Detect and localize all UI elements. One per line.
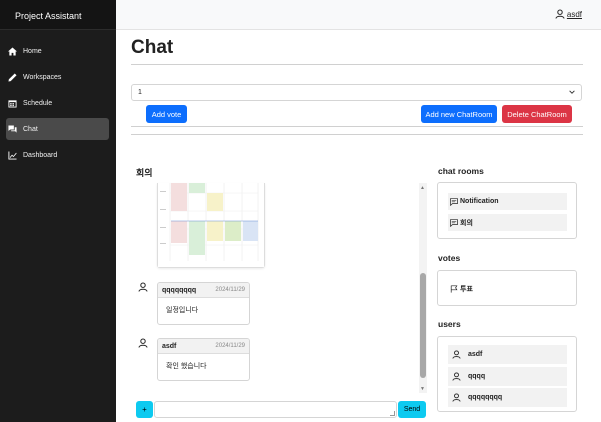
vote-item[interactable]: 투표 <box>448 280 567 297</box>
message-author: qqqqqqqq <box>162 286 197 294</box>
chatroom-name: 회의 <box>460 219 473 227</box>
pencil-icon <box>8 72 17 82</box>
user-icon <box>452 372 461 381</box>
nav-label: Schedule <box>23 99 53 107</box>
message-input[interactable] <box>154 401 397 418</box>
chat-icon <box>8 124 17 133</box>
add-vote-button[interactable]: Add vote <box>146 105 187 123</box>
scroll-up-icon[interactable]: ▲ <box>420 185 425 191</box>
add-chatroom-button[interactable]: Add new ChatRoom <box>421 105 497 123</box>
nav-label: Home <box>23 47 42 55</box>
user-menu-link[interactable]: asdf <box>555 9 582 19</box>
nav-list: Home Workspaces Schedule Chat Dashboard <box>0 30 116 166</box>
user-list-name: qqqq <box>468 373 486 380</box>
message-date: 2024/11/29 <box>215 287 245 293</box>
chatroom-name: Notification <box>460 198 499 205</box>
message-text: 일정입니다 <box>166 307 199 314</box>
user-list-item[interactable]: qqqq <box>448 367 567 386</box>
delete-chatroom-button[interactable]: Delete ChatRoom <box>502 105 572 123</box>
home-icon <box>8 46 17 56</box>
message-header: asdf 2024/11/29 <box>158 339 249 354</box>
user-icon <box>452 350 461 359</box>
user-icon <box>555 9 565 19</box>
image-message[interactable] <box>157 183 265 268</box>
users-title: users <box>438 319 461 329</box>
select-value: 1 <box>138 89 142 96</box>
chat-message: asdf 2024/11/29 확인 했습니다 <box>157 338 250 381</box>
user-list-item[interactable]: qqqqqqqq <box>448 388 567 407</box>
chat-room-title: 회의 <box>136 168 153 178</box>
chat-square-icon <box>450 218 458 227</box>
attach-button[interactable]: + <box>136 401 153 418</box>
divider <box>131 126 583 127</box>
user-list-name: qqqqqqqq <box>468 394 503 401</box>
schedule-thumbnail <box>158 183 264 267</box>
resize-handle-icon[interactable] <box>390 411 395 416</box>
top-bar: asdf <box>116 0 601 30</box>
votes-panel: 투표 <box>437 270 577 306</box>
nav-label: Workspaces <box>23 73 62 81</box>
chat-square-icon <box>450 197 458 206</box>
message-header: qqqqqqqq 2024/11/29 <box>158 283 249 298</box>
chat-scrollbar[interactable]: ▲ ▼ <box>419 183 427 393</box>
chatroom-select[interactable]: 1 <box>131 84 582 101</box>
sidebar: Project Assistant Home Workspaces Schedu… <box>0 0 116 422</box>
flag-icon <box>450 284 458 293</box>
nav-item-chat[interactable]: Chat <box>6 118 109 140</box>
user-name: asdf <box>566 9 582 19</box>
scroll-thumb[interactable] <box>420 273 426 378</box>
divider <box>131 134 583 135</box>
user-list-name: asdf <box>468 351 483 358</box>
chat-rooms-panel: Notification 회의 <box>437 182 577 239</box>
nav-item-dashboard[interactable]: Dashboard <box>6 144 109 166</box>
chevron-down-icon <box>569 90 575 94</box>
nav-item-workspaces[interactable]: Workspaces <box>6 66 109 88</box>
chat-rooms-title: chat rooms <box>438 166 484 176</box>
graph-icon <box>8 150 17 160</box>
nav-label: Chat <box>23 125 38 133</box>
users-panel: asdf qqqq qqqqqqqq <box>437 336 577 412</box>
send-button[interactable]: Send <box>398 401 426 418</box>
title-divider <box>131 64 583 65</box>
page-title: Chat <box>131 37 174 58</box>
user-icon <box>138 338 148 348</box>
app-brand[interactable]: Project Assistant <box>0 0 116 30</box>
user-list-item[interactable]: asdf <box>448 345 567 364</box>
user-icon <box>452 393 461 402</box>
nav-item-home[interactable]: Home <box>6 40 109 62</box>
message-author: asdf <box>162 342 177 350</box>
message-date: 2024/11/29 <box>215 343 245 349</box>
scroll-down-icon[interactable]: ▼ <box>420 386 425 392</box>
chat-message: qqqqqqqq 2024/11/29 일정입니다 <box>157 282 250 325</box>
chatroom-item-notification[interactable]: Notification <box>448 193 567 210</box>
vote-name: 투표 <box>460 285 473 293</box>
nav-label: Dashboard <box>23 151 58 159</box>
calendar-icon <box>8 99 17 108</box>
chatroom-item-meeting[interactable]: 회의 <box>448 214 567 231</box>
nav-item-schedule[interactable]: Schedule <box>6 92 109 114</box>
message-text: 확인 했습니다 <box>166 363 207 370</box>
user-icon <box>138 282 148 292</box>
votes-title: votes <box>438 253 461 263</box>
